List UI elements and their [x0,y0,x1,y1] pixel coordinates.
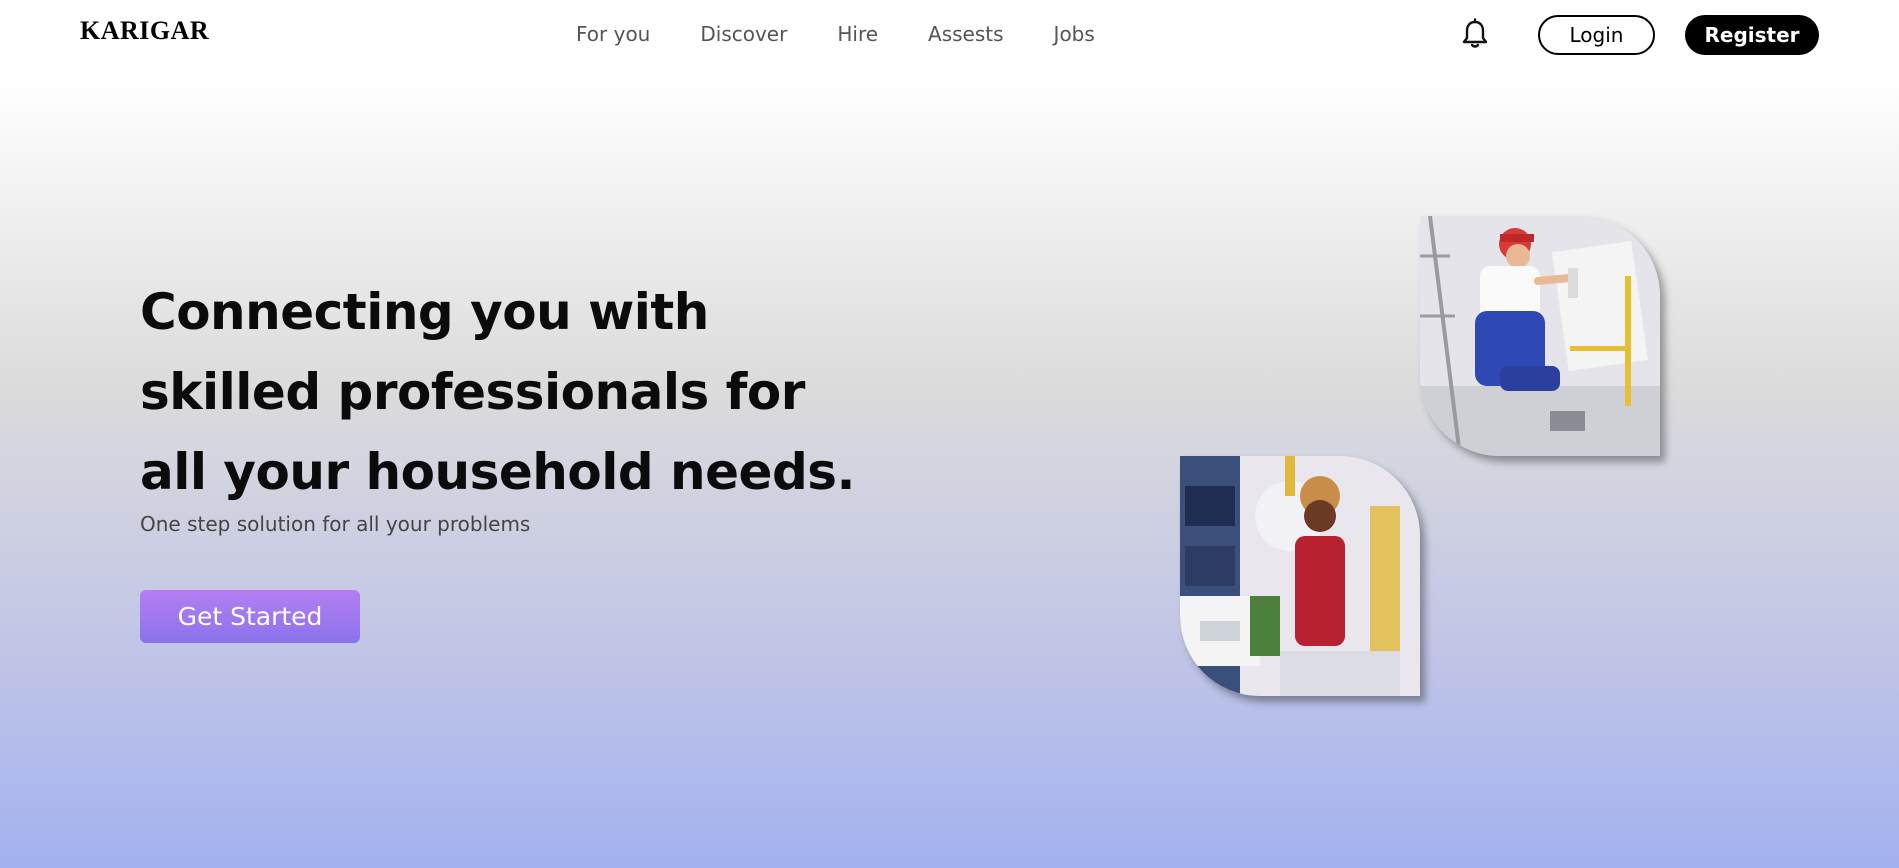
main-nav: For you Discover Hire Assests Jobs [576,22,1095,46]
register-button[interactable]: Register [1685,15,1819,55]
nav-link-discover[interactable]: Discover [700,22,787,46]
get-started-button[interactable]: Get Started [140,590,360,643]
nav-link-jobs[interactable]: Jobs [1054,22,1095,46]
navbar: KARIGAR For you Discover Hire Assests Jo… [0,0,1899,70]
hero-title: Connecting you with skilled professional… [140,283,856,501]
hero-subtitle: One step solution for all your problems [140,512,531,536]
bell-icon[interactable] [1460,18,1490,50]
painter-photo [1420,216,1660,456]
brand-logo[interactable]: KARIGAR [80,16,209,46]
nav-link-hire[interactable]: Hire [837,22,878,46]
tailor-photo [1180,456,1420,696]
nav-link-for-you[interactable]: For you [576,22,650,46]
login-button[interactable]: Login [1538,15,1655,55]
nav-link-assests[interactable]: Assests [928,22,1004,46]
